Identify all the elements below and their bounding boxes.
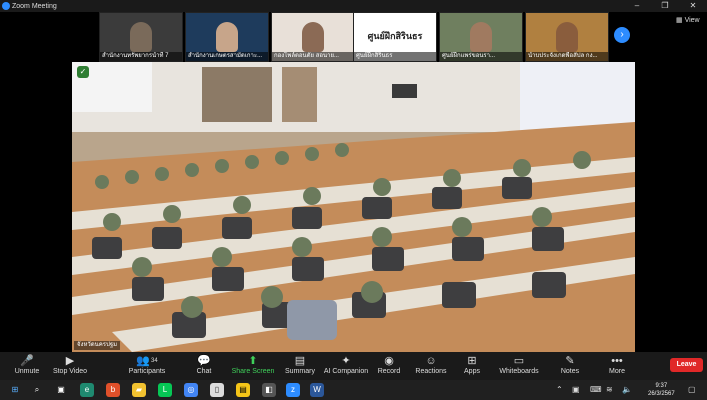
participant-name: ศูนย์ฝึกแพร่ขอนรา... [440,52,522,61]
brave-browser-icon[interactable]: b [106,383,120,397]
task-view-icon[interactable]: ▣ [54,383,68,397]
participant-card-text: ศูนย์ฝึกสิรินธร [367,31,423,41]
notification-icon[interactable]: ▢ [688,385,696,394]
whiteboard-icon: ▭ [513,355,525,367]
volume-icon[interactable]: 🔈 [622,385,632,394]
next-page-button[interactable]: › [614,27,630,43]
video-camera-icon: ▶ [65,355,75,367]
shield-icon[interactable]: ✓ [77,66,89,78]
chrome-browser-icon[interactable]: ◎ [184,383,198,397]
notes-icon: ✎ [565,355,575,367]
more-icon: ••• [611,355,623,367]
notes-button[interactable]: ✎ Notes [545,354,595,375]
participant-video [216,22,238,52]
participant-strip: สำนักงานทรัพยากรน้ำที่ 7 สำนักงานเกษตรสา… [0,12,707,64]
summary-button[interactable]: ▤ Summary [275,354,325,375]
window-titlebar: Zoom Meeting – ❐ ✕ [0,0,707,12]
file-explorer-icon[interactable]: ▰ [132,383,146,397]
app-tray-icon[interactable]: ▣ [572,385,580,394]
windows-taskbar: ⊞ ⌕ ▣ e b ▰ L ◎ ▯ ▤ ◧ z W ⌃ ▣ ⌨ ≋ 🔈 9:37… [0,380,707,400]
whiteboards-label: Whiteboards [499,368,539,375]
search-icon[interactable]: ⌕ [30,383,44,397]
record-label: Record [377,368,401,375]
participant-video [302,22,324,52]
main-video: ✓ จังหวัดนครปฐม [72,62,635,352]
participant-name: ศูนย์ฝึกสิรินธร [354,52,436,61]
document-icon[interactable]: ▯ [210,383,224,397]
participant-tile[interactable]: สำนักงานทรัพยากรน้ำที่ 7 [99,12,183,62]
share-screen-icon: ⬆ [248,355,258,367]
participant-name: นำบประจังเกดพื่อสัปล กง... [526,52,608,61]
share-screen-label: Share Screen [231,368,275,375]
apps-icon: ⊞ [467,355,477,367]
edge-browser-icon[interactable]: e [80,383,94,397]
terminal-app-icon[interactable]: ▤ [236,383,250,397]
participants-button[interactable]: 👥34 Participants [122,354,172,375]
meeting-room-video [72,62,635,352]
app-icon[interactable]: ◧ [262,383,276,397]
participant-tile[interactable]: นำบประจังเกดพื่อสัปล กง... [525,12,609,62]
taskbar-clock[interactable]: 9:37 26/3/2567 [648,382,675,398]
tray-chevron-icon[interactable]: ⌃ [556,385,563,394]
participant-name: สำนักงานเกษตรสามัดเกาะ... [186,52,268,61]
chat-button[interactable]: 💬 Chat [179,354,229,375]
chat-label: Chat [196,368,212,375]
unmute-label: Unmute [14,368,40,375]
zoom-logo-icon [2,2,10,10]
clock-date: 26/3/2567 [648,391,675,397]
participant-name: กองโพล์ตอนตัย สอนาย... [272,52,354,61]
stop-video-label: Stop Video [52,368,88,375]
participant-tile[interactable]: ศูนย์ฝึกสิรินธร ศูนย์ฝึกสิรินธร [353,12,437,62]
wifi-icon[interactable]: ≋ [606,385,613,394]
more-label: More [609,368,625,375]
participants-count: 34 [151,358,158,364]
windows-start-icon[interactable]: ⊞ [8,383,22,397]
reactions-label: Reactions [415,368,447,375]
more-button[interactable]: ••• More [592,354,642,375]
view-label: View [684,17,700,24]
participant-video [470,22,492,52]
minimize-button[interactable]: – [623,0,651,12]
participant-tile[interactable]: กองโพล์ตอนตัย สอนาย... [271,12,355,62]
line-app-icon[interactable]: L [158,383,172,397]
ai-companion-label: AI Companion [323,368,369,375]
chat-icon: 💬 [197,355,211,367]
apps-label: Apps [464,368,480,375]
participants-label: Participants [128,368,166,375]
zoom-taskbar-icon[interactable]: z [286,383,300,397]
summary-icon: ▤ [294,355,306,367]
participant-video [556,22,578,52]
summary-label: Summary [285,368,315,375]
apps-button[interactable]: ⊞ Apps [447,354,497,375]
whiteboards-button[interactable]: ▭ Whiteboards [494,354,544,375]
word-app-icon[interactable]: W [310,383,324,397]
participant-tile[interactable]: ศูนย์ฝึกแพร่ขอนรา... [439,12,523,62]
participant-video [130,22,152,52]
participant-tile[interactable]: สำนักงานเกษตรสามัดเกาะ... [185,12,269,62]
view-button[interactable]: ▦ View [676,16,700,24]
meeting-toolbar: 🎤 Unmute ▶ Stop Video 👥34 Participants 💬… [0,352,707,380]
window-title: Zoom Meeting [12,2,57,10]
main-video-name: จังหวัดนครปฐม [74,341,121,350]
close-button[interactable]: ✕ [679,0,707,12]
clock-time: 9:37 [655,383,668,389]
window-controls: – ❐ ✕ [623,0,707,12]
participant-name: สำนักงานทรัพยากรน้ำที่ 7 [100,52,182,61]
maximize-button[interactable]: ❐ [651,0,679,12]
stop-video-button[interactable]: ▶ Stop Video [45,354,95,375]
participants-icon: 👥34 [136,355,158,367]
language-icon[interactable]: ⌨ [590,385,602,394]
leave-button[interactable]: Leave [670,358,703,372]
share-screen-button[interactable]: ⬆ Share Screen [228,354,278,375]
notes-label: Notes [560,368,580,375]
